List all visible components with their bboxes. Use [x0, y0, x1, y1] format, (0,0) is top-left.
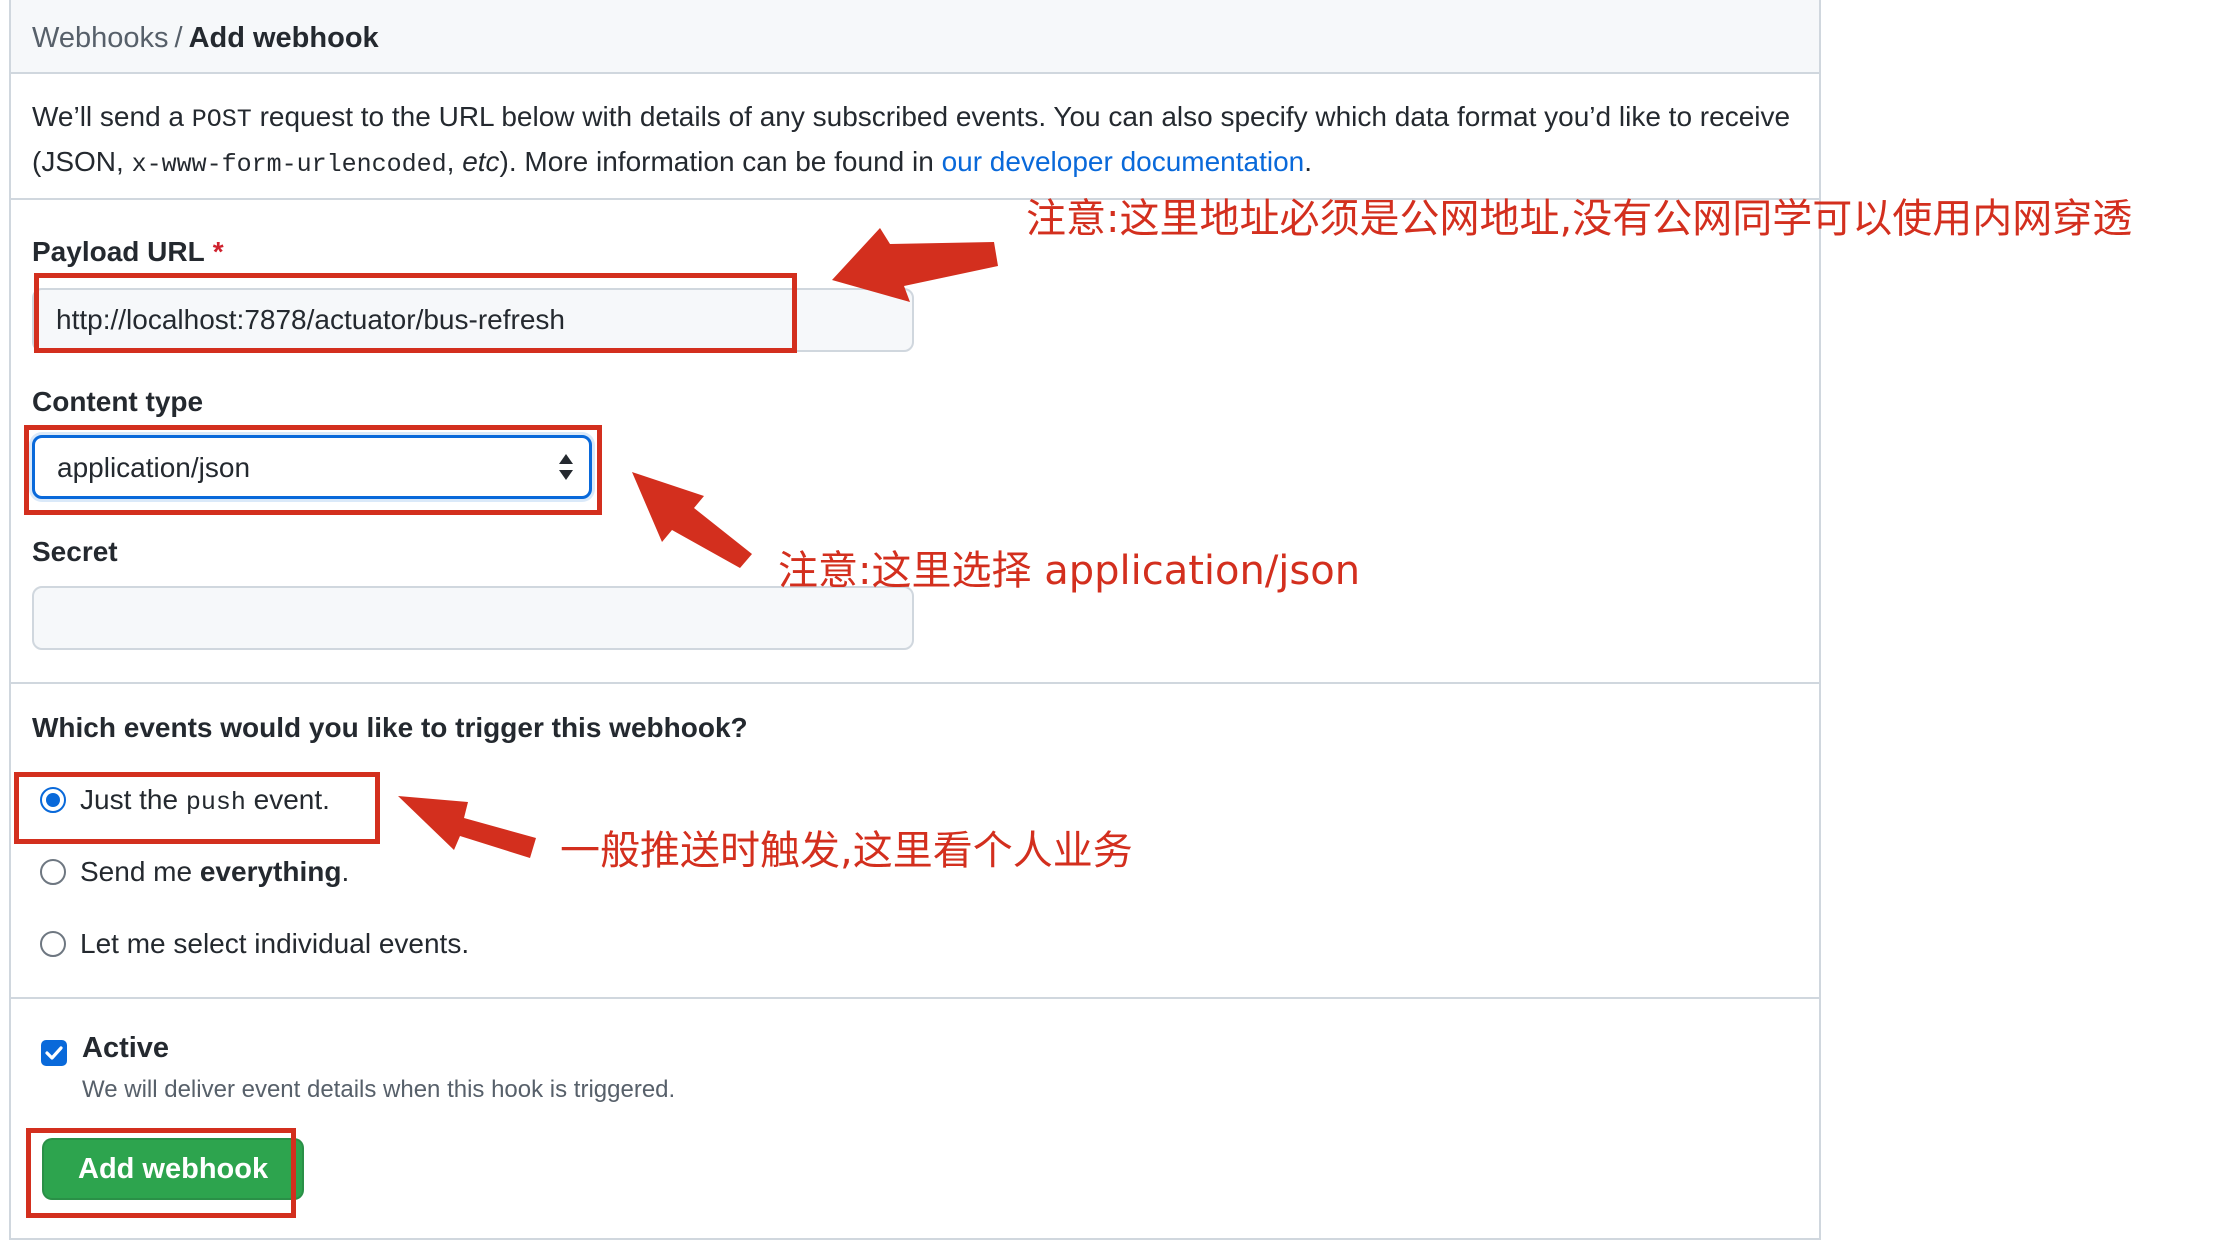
active-label: Active	[82, 1032, 170, 1064]
arrow-icon	[398, 796, 536, 858]
label-text: .	[341, 856, 350, 887]
arrow-icon	[832, 228, 998, 302]
secret-label: Secret	[32, 536, 118, 567]
required-mark: *	[212, 236, 224, 267]
event-option-individual-label: Let me select individual events.	[80, 928, 470, 959]
label-bold: everything	[199, 856, 342, 887]
arrow-icon	[632, 472, 752, 568]
breadcrumb-parent[interactable]: Webhooks	[32, 22, 169, 54]
radio-button[interactable]	[40, 931, 66, 957]
intro-italic-etc: etc	[462, 146, 500, 177]
intro-text-part: ). More information can be found in	[499, 146, 942, 177]
label-text: Send me	[80, 856, 200, 887]
developer-docs-link[interactable]: our developer documentation	[942, 146, 1305, 177]
annotation-note-url: 注意:这里地址必须是公网地址,没有公网同学可以使用内网穿透	[1026, 196, 2133, 242]
radio-button[interactable]	[40, 859, 66, 885]
intro-text-part: ,	[446, 146, 463, 177]
payload-url-label-text: Payload URL	[32, 236, 205, 267]
content-type-label: Content type	[32, 386, 204, 417]
breadcrumb: Webhooks / Add webhook	[32, 20, 379, 56]
annotation-note-events: 一般推送时触发,这里看个人业务	[560, 828, 1133, 874]
intro-text-part: .	[1304, 146, 1313, 177]
highlight-box-add-webhook	[26, 1128, 296, 1218]
highlight-box-content-type	[24, 425, 602, 515]
checkmark-icon	[45, 1046, 63, 1060]
intro-code-post: POST	[191, 105, 252, 134]
payload-url-label: Payload URL *	[32, 235, 224, 269]
active-help-text: We will deliver event details when this …	[82, 1076, 676, 1103]
annotation-note-content-type: 注意:这里选择 application/json	[778, 548, 1361, 594]
intro-text: We’ll send a POST request to the URL bel…	[32, 96, 1802, 186]
events-question: Which events would you like to trigger t…	[32, 712, 748, 743]
event-option-everything[interactable]: Send me everything.	[40, 852, 349, 892]
breadcrumb-separator: /	[174, 22, 183, 54]
active-checkbox[interactable]	[41, 1040, 67, 1066]
event-option-everything-label: Send me everything.	[80, 856, 349, 888]
divider	[11, 997, 1819, 999]
breadcrumb-current: Add webhook	[188, 22, 379, 54]
panel-header: Webhooks / Add webhook	[11, 0, 1819, 74]
intro-code-urlencoded: x-www-form-urlencoded	[131, 150, 447, 179]
highlight-box-push-event	[14, 772, 380, 844]
divider	[11, 682, 1819, 684]
event-option-individual[interactable]: Let me select individual events.	[40, 924, 469, 964]
highlight-box-payload-url	[34, 273, 797, 353]
intro-text-part: We’ll send a	[32, 101, 192, 132]
